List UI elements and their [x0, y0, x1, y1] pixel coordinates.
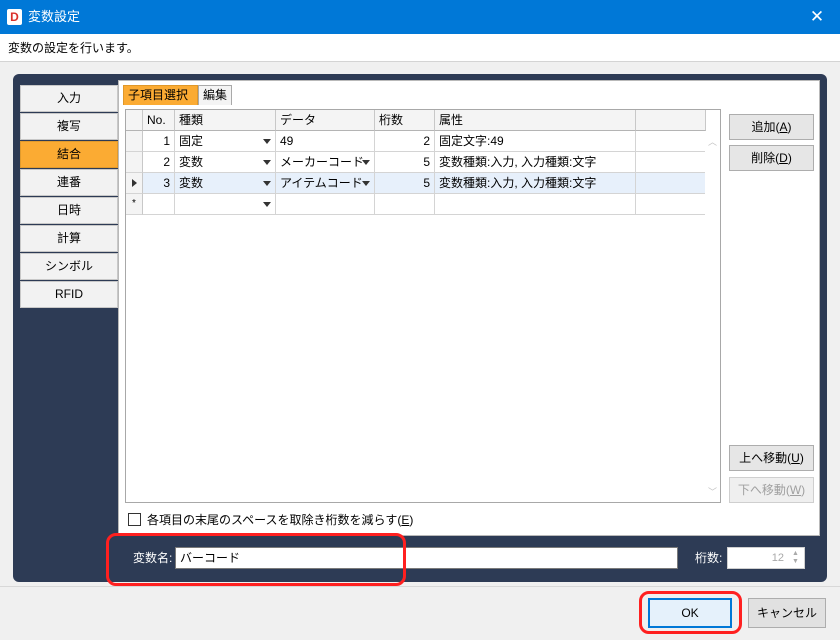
move-up-button-label: 上へ移動(	[739, 451, 792, 465]
cell-no: 3	[143, 173, 175, 194]
checkbox-label-text: 各項目の末尾のスペースを取除き桁数を減らす(	[147, 513, 402, 527]
dropdown-arrow-icon[interactable]	[362, 160, 370, 165]
dropdown-arrow-icon[interactable]	[263, 181, 271, 186]
dropdown-arrow-icon[interactable]	[263, 160, 271, 165]
cell-no: 1	[143, 131, 175, 152]
row-header[interactable]	[126, 152, 143, 173]
cell-digits: 2	[375, 131, 435, 152]
header-data: データ	[276, 110, 375, 131]
delete-button[interactable]: 削除(D)	[729, 145, 814, 171]
variable-name-input[interactable]: バーコード	[175, 547, 678, 569]
variable-name-label: 変数名:	[133, 551, 173, 565]
cell-type[interactable]: 固定	[175, 131, 276, 152]
scroll-up-icon[interactable]: ︿	[708, 135, 717, 148]
vertical-scrollbar[interactable]: ︿ ﹀	[705, 131, 720, 502]
category-tab-datetime[interactable]: 日時	[20, 197, 118, 224]
cell-data[interactable]	[276, 194, 375, 215]
table-row-new[interactable]: *	[126, 194, 706, 215]
add-button-label: 追加(	[751, 120, 780, 134]
close-icon[interactable]: ✕	[794, 0, 840, 34]
header-type: 種類	[175, 110, 276, 131]
row-header[interactable]	[126, 131, 143, 152]
spin-down-icon: ▼	[792, 558, 799, 565]
header-digits: 桁数	[375, 110, 435, 131]
category-tab-serial[interactable]: 連番	[20, 169, 118, 196]
new-row-marker[interactable]: *	[126, 194, 143, 215]
scroll-down-icon[interactable]: ﹀	[708, 485, 717, 498]
cell-attr	[435, 194, 636, 215]
add-button[interactable]: 追加(A)	[729, 114, 814, 140]
cell-digits: 5	[375, 152, 435, 173]
cell-attr: 固定文字:49	[435, 131, 636, 152]
dropdown-arrow-icon[interactable]	[263, 139, 271, 144]
cell-data[interactable]: 49	[276, 131, 375, 152]
category-tab-copy[interactable]: 複写	[20, 113, 118, 140]
category-tab-calc[interactable]: 計算	[20, 225, 118, 252]
row-header[interactable]	[126, 173, 143, 194]
trim-spaces-checkbox[interactable]	[128, 513, 141, 526]
digits-label: 桁数:	[695, 551, 723, 565]
move-down-button[interactable]: 下へ移動(W)	[729, 477, 814, 503]
delete-button-label: 削除(	[751, 151, 780, 165]
window-title: 変数設定	[28, 9, 81, 24]
cell-type[interactable]: 変数	[175, 173, 276, 194]
header-attr: 属性	[435, 110, 636, 131]
description-text: 変数の設定を行います。	[8, 41, 139, 55]
cell-type[interactable]	[175, 194, 276, 215]
title-bar: D 変数設定 ✕	[0, 0, 840, 34]
cell-data[interactable]: メーカーコード	[276, 152, 375, 173]
cell-filler	[636, 173, 706, 194]
spin-up-icon: ▲	[792, 550, 799, 557]
cell-filler	[636, 194, 706, 215]
cell-filler	[636, 131, 706, 152]
description-area: 変数の設定を行います。	[0, 34, 840, 62]
category-tab-symbol[interactable]: シンボル	[20, 253, 118, 280]
delete-button-suffix: )	[787, 151, 792, 165]
cell-no: 2	[143, 152, 175, 173]
category-tab-rfid[interactable]: RFID	[20, 281, 118, 308]
header-no: No.	[143, 110, 175, 131]
move-up-button-key: U	[791, 451, 800, 465]
dropdown-arrow-icon[interactable]	[263, 202, 271, 207]
move-down-button-key: W	[789, 483, 802, 497]
grid-header-row: No. 種類 データ 桁数 属性	[126, 110, 706, 131]
tab-child-select[interactable]: 子項目選択	[123, 85, 198, 105]
cell-type[interactable]: 変数	[175, 152, 276, 173]
footer-divider	[0, 586, 840, 587]
category-tab-input[interactable]: 入力	[20, 85, 118, 112]
move-down-button-suffix: )	[801, 483, 806, 497]
move-down-button-label: 下へ移動(	[737, 483, 790, 497]
app-icon: D	[7, 9, 22, 25]
cell-filler	[636, 152, 706, 173]
cell-attr: 変数種類:入力, 入力種類:文字	[435, 152, 636, 173]
dropdown-arrow-icon[interactable]	[362, 181, 370, 186]
cell-digits	[375, 194, 435, 215]
checkbox-label-suffix: )	[409, 513, 414, 527]
delete-button-key: D	[779, 151, 788, 165]
header-filler	[636, 110, 706, 131]
category-tab-combine[interactable]: 結合	[20, 141, 118, 168]
child-items-grid[interactable]: No. 種類 データ 桁数 属性 1 固定 49 2 固定文字:49 2 変数 …	[125, 109, 721, 503]
add-button-key: A	[779, 120, 788, 134]
trim-spaces-label[interactable]: 各項目の末尾のスペースを取除き桁数を減らす(E)	[147, 513, 413, 527]
cell-no	[143, 194, 175, 215]
header-corner	[126, 110, 143, 131]
table-row-selected[interactable]: 3 変数 アイテムコード 5 変数種類:入力, 入力種類:文字	[126, 173, 706, 194]
current-row-icon	[132, 179, 137, 187]
ok-button[interactable]: OK	[648, 598, 732, 628]
cell-attr: 変数種類:入力, 入力種類:文字	[435, 173, 636, 194]
move-up-button-suffix: )	[799, 451, 804, 465]
cancel-button[interactable]: キャンセル	[748, 598, 826, 628]
cell-digits: 5	[375, 173, 435, 194]
table-row[interactable]: 1 固定 49 2 固定文字:49	[126, 131, 706, 152]
move-up-button[interactable]: 上へ移動(U)	[729, 445, 814, 471]
tab-edit[interactable]: 編集	[198, 85, 232, 105]
add-button-suffix: )	[787, 120, 792, 134]
cell-data[interactable]: アイテムコード	[276, 173, 375, 194]
table-row[interactable]: 2 変数 メーカーコード 5 変数種類:入力, 入力種類:文字	[126, 152, 706, 173]
